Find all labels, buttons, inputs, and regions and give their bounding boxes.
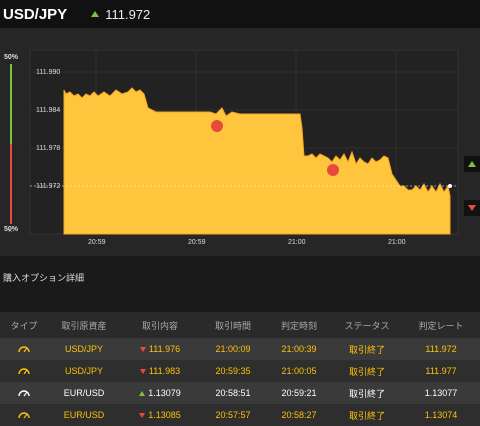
header-status: ステータス (344, 320, 390, 331)
row-status: 取引終了 (348, 366, 385, 377)
y-tick-1: 111.990 (36, 69, 60, 76)
gauge-icon (0, 365, 48, 377)
top-bar: USD/JPY 111.972 (0, 0, 480, 28)
row-asset: USD/JPY (64, 344, 103, 354)
up-arrow-icon (468, 161, 476, 167)
row-rate: 1.13085 (148, 410, 181, 420)
header-content: 取引内容 (141, 320, 178, 331)
current-price-dot (448, 184, 452, 188)
row-judge: 20:59:21 (281, 388, 317, 398)
row-asset: USD/JPY (64, 366, 103, 376)
chart-svg: 111.990 111.984 111.978 111.972 20:59 20… (29, 49, 459, 246)
down-arrow-icon (139, 369, 146, 375)
sell-bar (10, 144, 12, 224)
row-judge: 21:00:05 (281, 366, 317, 376)
row-asset: EUR/USD (63, 410, 105, 420)
header-time: 取引時間 (214, 320, 251, 331)
row-result: 111.972 (425, 344, 457, 354)
trade-marker-1 (211, 120, 223, 132)
currency-pair-title: USD/JPY (3, 5, 68, 23)
table-row[interactable]: USD/JPY 111.976 21:00:09 21:00:39 取引終了 1… (0, 338, 480, 360)
trade-marker-2 (327, 164, 339, 176)
y-tick-2: 111.984 (36, 107, 60, 114)
row-status: 取引終了 (348, 388, 385, 399)
down-arrow-icon (139, 347, 146, 353)
section-title: 購入オプション詳細 (3, 273, 85, 283)
close-icon[interactable]: × (8, 226, 13, 235)
header-rate: 判定レート (418, 320, 464, 331)
row-time: 20:57:57 (215, 410, 251, 420)
x-tick-4: 21:00 (388, 239, 406, 246)
up-arrow-icon (91, 11, 100, 17)
row-result: 1.13074 (424, 410, 458, 420)
row-judge: 20:58:27 (281, 410, 317, 420)
row-judge: 21:00:39 (281, 344, 317, 354)
row-time: 20:58:51 (215, 388, 251, 398)
price-chart: 111.990 111.984 111.978 111.972 20:59 20… (0, 28, 480, 256)
high-button[interactable] (464, 156, 480, 172)
y-tick-3: 111.978 (36, 145, 60, 152)
header-asset: 取引原資産 (61, 320, 107, 331)
table-row[interactable]: EUR/USD 1.13079 20:58:51 20:59:21 取引終了 1… (0, 382, 480, 404)
gauge-icon (0, 409, 48, 421)
x-tick-2: 20:59 (188, 239, 206, 246)
table-row[interactable]: EUR/USD 1.13085 20:57:57 20:58:27 取引終了 1… (0, 404, 480, 426)
row-rate: 111.983 (148, 366, 181, 376)
options-table: タイプ 取引原資産 取引内容 取引時間 判定時刻 ステータス 判定レート USD… (0, 312, 480, 426)
table-header: タイプ 取引原資産 取引内容 取引時間 判定時刻 ステータス 判定レート (0, 312, 480, 338)
row-time: 21:00:09 (215, 344, 251, 354)
row-result: 111.977 (425, 366, 457, 376)
row-rate: 111.976 (148, 344, 181, 354)
sentiment-meter: 50% 50% (0, 54, 22, 270)
gauge-icon (0, 387, 48, 399)
row-result: 1.13077 (424, 388, 458, 398)
low-button[interactable] (464, 200, 480, 216)
row-time: 20:59:35 (215, 366, 251, 376)
down-arrow-icon (468, 205, 476, 211)
table-row[interactable]: USD/JPY 111.983 20:59:35 21:00:05 取引終了 1… (0, 360, 480, 382)
row-status: 取引終了 (348, 410, 385, 421)
header-type: タイプ (10, 320, 38, 331)
x-tick-1: 20:59 (88, 239, 106, 246)
row-rate: 1.13079 (148, 388, 181, 398)
y-tick-4: 111.972 (36, 183, 60, 190)
up-arrow-icon (139, 391, 146, 397)
gauge-icon (0, 343, 48, 355)
row-asset: EUR/USD (63, 388, 105, 398)
buy-bar (10, 64, 12, 144)
header-judge: 判定時刻 (280, 320, 317, 331)
buy-percent: 50% (4, 54, 19, 61)
row-status: 取引終了 (348, 344, 385, 355)
purchase-options-section: 購入オプション詳細 (0, 256, 480, 296)
down-arrow-icon (139, 413, 146, 419)
x-tick-3: 21:00 (288, 239, 306, 246)
current-price: 111.972 (105, 6, 151, 22)
